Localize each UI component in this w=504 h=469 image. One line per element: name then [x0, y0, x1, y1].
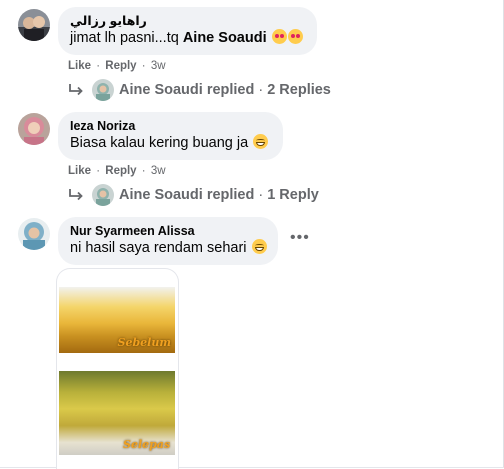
separator: ·: [258, 187, 264, 203]
grinning-emoji-icon: [251, 239, 267, 254]
avatar-photo: [18, 113, 50, 145]
separator: ·: [141, 165, 146, 177]
separator: ·: [96, 165, 101, 177]
photo-label-before: Sebelum: [117, 336, 171, 349]
reply-link[interactable]: Reply: [105, 165, 136, 177]
comment-author[interactable]: Ieza Noriza: [70, 118, 271, 134]
comment-text: Biasa kalau kering buang ja: [70, 134, 271, 153]
mentioned-user-link[interactable]: Aine Soaudi: [183, 30, 267, 46]
comment-text-body: jimat lh pasni...tq: [70, 30, 183, 46]
heart-eyes-emoji-icon: [271, 29, 287, 44]
grinning-emoji-icon: [253, 134, 269, 149]
avatar-photo: [18, 9, 50, 41]
comment-bubble: Ieza Noriza Biasa kalau kering buang ja: [58, 112, 283, 160]
replier-avatar: [92, 79, 114, 101]
comment-author[interactable]: Nur Syarmeen Alissa: [70, 223, 266, 239]
comment-timestamp[interactable]: 3w: [151, 60, 166, 72]
separator: ·: [96, 60, 101, 72]
comment-bubble: Nur Syarmeen Alissa ni hasil saya rendam…: [58, 217, 278, 265]
like-link[interactable]: Like: [68, 60, 91, 72]
photo-label-after: Selepas: [123, 438, 171, 451]
comment-text-body: ni hasil saya rendam sehari: [70, 240, 247, 256]
reply-arrow-icon: [69, 84, 83, 96]
more-options-button[interactable]: •••: [290, 229, 310, 247]
comment-actions: Like · Reply · 3w: [68, 165, 166, 177]
separator: ·: [141, 60, 146, 72]
photo-before: Sebelum: [59, 287, 175, 353]
view-replies-link[interactable]: Aine Soaudi replied · 2 Replies: [68, 79, 331, 101]
comment-text: jimat lh pasni...tq Aine Soaudi: [70, 29, 305, 48]
like-link[interactable]: Like: [68, 165, 91, 177]
replies-author-text: Aine Soaudi replied: [119, 82, 255, 98]
replies-author-text: Aine Soaudi replied: [119, 187, 255, 203]
avatar[interactable]: [18, 9, 50, 41]
comment-author[interactable]: راهايو رزالي: [70, 13, 305, 29]
view-replies-link[interactable]: Aine Soaudi replied · 1 Reply: [68, 184, 319, 206]
replier-avatar: [92, 184, 114, 206]
avatar[interactable]: [18, 113, 50, 145]
comment-text-body: Biasa kalau kering buang ja: [70, 135, 249, 151]
replies-count: 2 Replies: [267, 82, 331, 98]
comment-timestamp[interactable]: 3w: [151, 165, 166, 177]
comment-text: ni hasil saya rendam sehari: [70, 239, 267, 258]
heart-eyes-emoji-icon: [287, 29, 303, 44]
photo-after: Selepas: [59, 371, 175, 455]
avatar[interactable]: [18, 218, 50, 250]
avatar-photo: [18, 218, 50, 250]
reply-link[interactable]: Reply: [105, 60, 136, 72]
reply-arrow-icon: [69, 189, 83, 201]
replies-count: 1 Reply: [267, 187, 319, 203]
separator: ·: [258, 82, 264, 98]
comment-actions: Like · Reply · 3w: [68, 60, 166, 72]
comment-bubble: راهايو رزالي jimat lh pasni...tq Aine So…: [58, 7, 317, 55]
comment-photo-attachment[interactable]: Sebelum Selepas: [56, 268, 179, 469]
